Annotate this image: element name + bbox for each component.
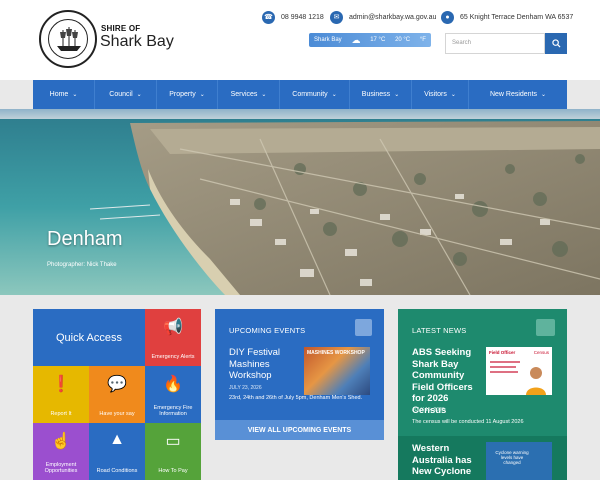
nav-label: New Residents — [489, 91, 538, 98]
tile-label: Employment Opportunities — [44, 462, 78, 474]
chevron-down-icon: ⌄ — [72, 92, 78, 98]
weather-unit-toggle[interactable]: °F — [420, 37, 426, 43]
weather-temp-max: 20 °C — [395, 37, 411, 43]
search-input[interactable]: Search — [445, 33, 545, 54]
weather-location: Shark Bay — [314, 37, 342, 43]
nav-item-visitors[interactable]: Visitors ⌄ — [412, 80, 469, 109]
tile-employment-opportunities[interactable]: ☝ Employment Opportunities — [33, 423, 89, 480]
nav-item-council[interactable]: Council ⌄ — [95, 80, 157, 109]
tile-how-to-pay[interactable]: ▭ How To Pay — [145, 423, 201, 480]
news-item-second: Western Australia has New Cyclone Cyclon… — [398, 436, 567, 480]
chat-icon: 💬 — [107, 376, 127, 393]
shire-seal-logo[interactable] — [39, 10, 97, 68]
nav-item-property[interactable]: Property ⌄ — [157, 80, 218, 109]
news-title-second[interactable]: Western Australia has New Cyclone — [412, 443, 484, 478]
nav-item-home[interactable]: Home ⌄ — [33, 80, 95, 109]
chevron-down-icon: ⌄ — [331, 92, 337, 98]
main-navigation: Home ⌄ Council ⌄ Property ⌄ Services ⌄ Commu… — [33, 80, 567, 109]
chevron-down-icon: ⌄ — [450, 92, 456, 98]
news-image-second[interactable]: Cyclone warning levels have changed — [486, 442, 552, 480]
news-title[interactable]: ABS Seeking Shark Bay Community Field Of… — [412, 347, 484, 416]
nav-item-new-residents[interactable]: New Residents ⌄ — [469, 80, 567, 109]
events-header: UPCOMING EVENTS — [229, 326, 306, 335]
quick-access-panel: Quick Access 📢 Emergency Alerts ❗ Report… — [33, 309, 201, 480]
nav-label: Home — [49, 91, 69, 98]
page: SHIRE OF Shark Bay ☎ 08 9948 1218 ✉ admi… — [0, 0, 600, 480]
news-description: The census will be conducted 11 August 2… — [412, 419, 524, 425]
megaphone-icon: 📢 — [163, 319, 183, 336]
event-date: JULY 23, 2026 — [229, 385, 262, 391]
event-image[interactable]: MASHINES WORKSHOP — [304, 347, 370, 395]
calendar-icon — [355, 319, 372, 336]
newspaper-icon — [536, 319, 555, 336]
ship-icon — [57, 27, 81, 51]
nav-label: Services — [230, 91, 258, 98]
tile-label: Road Conditions — [96, 468, 138, 474]
phone-number: 08 9948 1218 — [281, 13, 324, 21]
chevron-down-icon: ⌄ — [199, 92, 205, 98]
tile-label: How To Pay — [158, 468, 188, 474]
seal-inner-ring — [48, 19, 88, 59]
map-pin-icon: ● — [441, 10, 454, 24]
tile-label: Report It — [50, 411, 72, 417]
chevron-down-icon: ⌄ — [136, 92, 142, 98]
hand-icon: ☝ — [51, 433, 71, 450]
tile-label: Emergency Fire Information — [153, 405, 193, 417]
nav-label: Business — [361, 91, 391, 98]
tile-emergency-alerts[interactable]: 📢 Emergency Alerts — [145, 309, 201, 366]
news-date: JULY 15, 2026 — [412, 407, 445, 413]
contact-email[interactable]: ✉ admin@sharkbay.wa.gov.au — [330, 10, 436, 24]
nav-label: Council — [109, 91, 133, 98]
tile-report-it[interactable]: ❗ Report It — [33, 366, 89, 423]
hero-title: Denham — [47, 228, 123, 250]
chevron-down-icon: ⌄ — [394, 92, 400, 98]
event-image-label: MASHINES WORKSHOP — [307, 350, 365, 356]
tile-label: Emergency Alerts — [151, 354, 195, 360]
tile-label: Have your say — [99, 411, 135, 417]
contact-address[interactable]: ● 65 Knight Terrace Denham WA 6537 — [441, 10, 573, 24]
person-icon — [490, 361, 546, 395]
mail-icon: ✉ — [330, 10, 343, 24]
view-all-events-button[interactable]: VIEW ALL UPCOMING EVENTS — [215, 420, 384, 440]
contact-phone[interactable]: ☎ 08 9948 1218 — [262, 10, 324, 24]
chevron-down-icon: ⌄ — [541, 92, 547, 98]
search-icon — [551, 39, 561, 48]
weather-temp-min: 17 °C — [370, 37, 386, 43]
logo-text-prefix: SHIRE OF — [101, 24, 141, 33]
chevron-down-icon: ⌄ — [261, 92, 267, 98]
tile-road-conditions[interactable]: ▲ Road Conditions — [89, 423, 145, 480]
card-icon: ▭ — [165, 433, 181, 450]
street-address: 65 Knight Terrace Denham WA 6537 — [460, 13, 574, 21]
news-header: LATEST NEWS — [412, 326, 467, 335]
nav-item-community[interactable]: Community ⌄ — [280, 80, 350, 109]
tile-emergency-fire-information[interactable]: 🔥 Emergency Fire Information — [145, 366, 201, 423]
event-description: 23rd, 24th and 26th of July 5pm, Denham … — [229, 395, 363, 401]
nav-label: Property — [169, 91, 196, 98]
event-title[interactable]: DIY Festival Mashines Workshop — [229, 347, 309, 382]
nav-label: Community — [292, 91, 328, 98]
nav-label: Visitors — [424, 91, 447, 98]
road-icon: ▲ — [109, 431, 125, 448]
news-image-second-label: Cyclone warning levels have changed — [495, 450, 529, 465]
nav-item-business[interactable]: Business ⌄ — [350, 80, 412, 109]
site-header: SHIRE OF Shark Bay ☎ 08 9948 1218 ✉ admi… — [0, 0, 600, 80]
alert-icon: ❗ — [51, 376, 71, 393]
hero-photo-credit: Photographer: Nick Thake — [47, 262, 117, 268]
quick-access-title: Quick Access — [33, 309, 145, 366]
weather-widget[interactable]: Shark Bay ☁ 17 °C 20 °C °F — [309, 33, 431, 47]
tile-have-your-say[interactable]: 💬 Have your say — [89, 366, 145, 423]
nav-item-services[interactable]: Services ⌄ — [218, 80, 280, 109]
news-image[interactable]: Field Officer Census — [486, 347, 552, 395]
fire-icon: 🔥 — [163, 376, 183, 393]
search-button[interactable] — [545, 33, 567, 54]
cloud-icon: ☁ — [351, 34, 361, 45]
phone-icon: ☎ — [262, 10, 275, 24]
logo-text-name: Shark Bay — [100, 33, 174, 50]
email-address: admin@sharkbay.wa.gov.au — [349, 13, 437, 21]
